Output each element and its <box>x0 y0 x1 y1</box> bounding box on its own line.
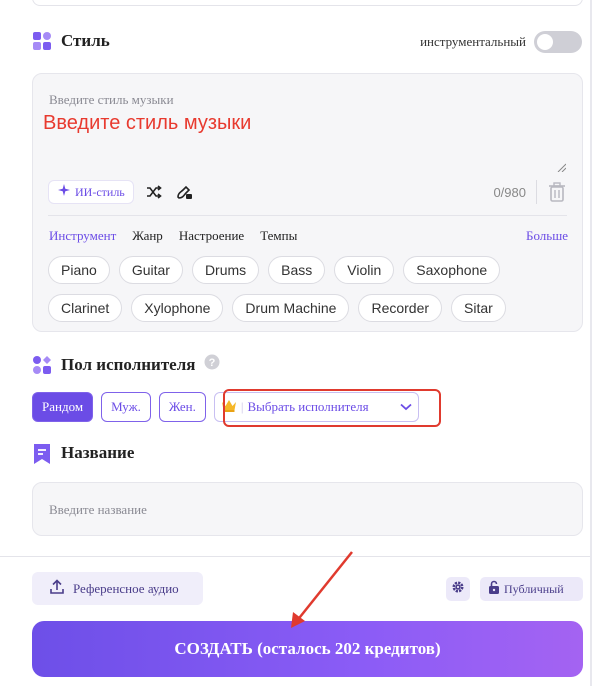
create-button[interactable]: СОЗДАТЬ (осталось 202 кредитов) <box>32 621 583 677</box>
chip-drum-machine[interactable]: Drum Machine <box>232 294 350 322</box>
tab-mood[interactable]: Настроение <box>179 228 244 244</box>
instrument-chips: Piano Guitar Drums Bass Violin Saxophone… <box>48 256 568 322</box>
grid-icon <box>32 31 52 51</box>
style-overlay-text: Введите стиль музыки <box>43 112 252 134</box>
chip-clarinet[interactable]: Clarinet <box>48 294 123 322</box>
chip-drums[interactable]: Drums <box>191 256 260 284</box>
style-section-header: Стиль <box>32 31 110 51</box>
instrumental-label: инструментальный <box>420 34 526 49</box>
bookmark-icon <box>32 443 52 464</box>
shapes-icon <box>32 355 52 375</box>
name-title: Название <box>61 443 135 462</box>
instrumental-toggle-group: инструментальный <box>420 31 582 53</box>
style-placeholder: Введите стиль музыки <box>49 92 174 107</box>
gender-section-header: Пол исполнителя ? <box>32 354 220 375</box>
instrumental-toggle[interactable] <box>534 31 582 53</box>
help-icon[interactable]: ? <box>204 354 220 375</box>
footer-divider <box>0 556 590 557</box>
ai-style-button[interactable]: ИИ-стиль <box>48 180 134 204</box>
previous-section-edge <box>32 0 583 6</box>
chip-guitar[interactable]: Guitar <box>118 256 183 284</box>
svg-text:?: ? <box>209 357 216 369</box>
style-title: Стиль <box>61 31 110 50</box>
public-toggle-button[interactable]: Публичный <box>480 577 583 601</box>
annotation-highlight-box <box>223 389 441 427</box>
toggle-knob <box>537 34 553 50</box>
gender-title: Пол исполнителя <box>61 354 196 374</box>
unlock-icon <box>488 580 500 598</box>
tab-tempo[interactable]: Темпы <box>260 228 297 244</box>
brush-icon[interactable] <box>174 182 194 202</box>
gear-icon <box>451 580 465 599</box>
name-input[interactable]: Введите название <box>49 502 147 518</box>
chip-piano[interactable]: Piano <box>48 256 110 284</box>
gender-female-button[interactable]: Жен. <box>158 392 206 422</box>
category-tabs: Инструмент Жанр Настроение Темпы <box>49 228 297 244</box>
chip-saxophone[interactable]: Saxophone <box>403 256 501 284</box>
style-divider <box>48 215 567 216</box>
gender-male-button[interactable]: Муж. <box>101 392 151 422</box>
tab-genre[interactable]: Жанр <box>132 228 163 244</box>
name-section-header: Название <box>32 443 135 464</box>
style-tools: ИИ-стиль <box>48 180 194 204</box>
style-input-box[interactable]: Введите стиль музыки Введите стиль музык… <box>32 73 583 332</box>
chip-recorder[interactable]: Recorder <box>358 294 443 322</box>
resize-grip-icon[interactable] <box>556 162 566 172</box>
name-input-box[interactable]: Введите название <box>32 482 583 536</box>
reference-audio-label: Референсное аудио <box>73 580 179 596</box>
chip-bass[interactable]: Bass <box>268 256 326 284</box>
ai-style-label: ИИ-стиль <box>75 184 125 199</box>
public-label: Публичный <box>504 581 564 596</box>
gender-random-button[interactable]: Рандом <box>32 392 94 422</box>
trash-icon[interactable] <box>546 180 568 204</box>
chip-violin[interactable]: Violin <box>334 256 395 284</box>
shuffle-icon[interactable] <box>144 182 164 202</box>
settings-button[interactable] <box>446 577 470 601</box>
chip-xylophone[interactable]: Xylophone <box>131 294 224 322</box>
reference-audio-button[interactable]: Референсное аудио <box>32 572 203 605</box>
tab-instrument[interactable]: Инструмент <box>49 228 116 244</box>
more-link[interactable]: Больше <box>526 228 568 244</box>
upload-icon <box>49 578 65 599</box>
char-counter: 0/980 <box>493 185 526 200</box>
counter-divider <box>536 180 537 204</box>
sparkle-icon <box>57 183 71 201</box>
chip-sitar[interactable]: Sitar <box>451 294 506 322</box>
